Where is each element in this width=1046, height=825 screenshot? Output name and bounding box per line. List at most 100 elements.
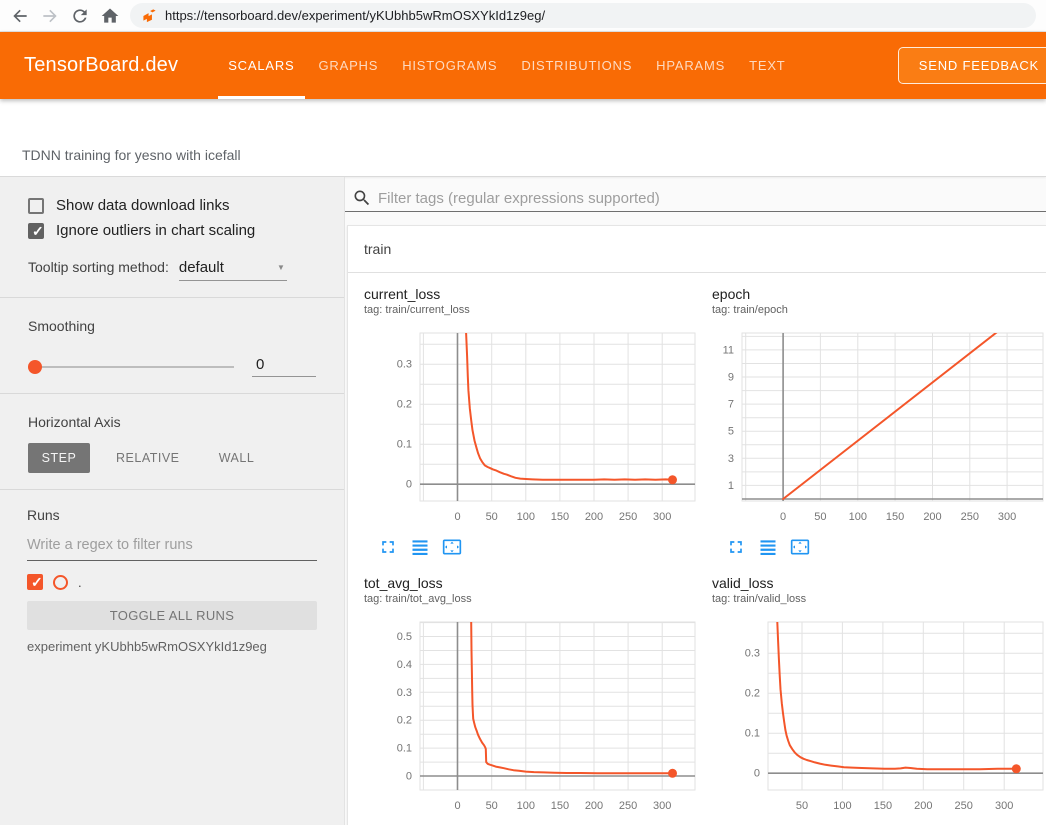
experiment-title-band: TDNN training for yesno with icefall [0,99,1046,177]
chevron-down-icon: ▼ [277,263,285,272]
slider-thumb[interactable] [28,360,42,374]
chart-title: tot_avg_loss [364,575,712,591]
main-pane: train current_loss tag: train/current_lo… [345,177,1046,825]
chart-tag: tag: train/valid_loss [712,593,1046,605]
svg-text:100: 100 [517,800,535,812]
url-bar[interactable]: https://tensorboard.dev/experiment/yKUbh… [130,3,1036,28]
tag-group-header[interactable]: train [348,226,1046,273]
run-color-swatch [53,575,68,590]
fit-domain-button[interactable] [790,537,810,557]
tooltip-sorting-label: Tooltip sorting method: [28,259,169,275]
run-data-button[interactable] [758,537,778,557]
chart-tag: tag: train/tot_avg_loss [364,593,712,605]
svg-text:0.3: 0.3 [745,648,760,660]
chart-card-tot-avg-loss: tot_avg_loss tag: train/tot_avg_loss 0 50… [364,575,712,825]
tab-histograms[interactable]: HISTOGRAMS [390,32,509,99]
svg-text:150: 150 [551,511,569,523]
smoothing-value[interactable]: 0 [252,356,316,377]
run-checkbox[interactable] [27,574,43,590]
chart-title: valid_loss [712,575,1046,591]
smoothing-section: Smoothing 0 [0,298,344,394]
tensorboard-logo-icon [142,8,157,23]
svg-text:0.1: 0.1 [397,439,412,451]
back-icon[interactable] [10,6,30,26]
tab-graphs[interactable]: GRAPHS [307,32,391,99]
tooltip-sorting-value: default [179,259,224,276]
ignore-outliers-checkbox[interactable] [28,223,44,239]
run-data-button[interactable] [410,537,430,557]
sidebar: Show data download links Ignore outliers… [0,177,345,825]
axis-wall-button[interactable]: WALL [206,443,268,473]
svg-text:5: 5 [728,426,734,438]
svg-text:100: 100 [849,511,867,523]
runs-filter-input[interactable] [27,533,317,561]
svg-text:11: 11 [723,344,734,356]
svg-text:300: 300 [653,800,671,812]
tag-group-card: train current_loss tag: train/current_lo… [347,225,1046,825]
svg-text:150: 150 [886,511,904,523]
svg-text:0.1: 0.1 [745,728,760,740]
smoothing-slider[interactable] [28,360,234,374]
chart-tag: tag: train/epoch [712,304,1046,316]
scalar-chart-current-loss[interactable]: 05010015020025030000.10.20.3 [364,317,698,531]
svg-text:0.1: 0.1 [397,743,412,755]
svg-text:250: 250 [961,511,979,523]
ignore-outliers-row: Ignore outliers in chart scaling [28,222,316,239]
tab-hparams[interactable]: HPARAMS [644,32,737,99]
svg-text:0: 0 [406,479,412,491]
svg-text:150: 150 [874,800,892,812]
expand-chart-button[interactable] [378,537,398,557]
horizontal-axis-label: Horizontal Axis [28,414,316,430]
svg-text:0.2: 0.2 [745,688,760,700]
fit-to-domain-icon [442,537,462,557]
slider-track[interactable] [28,366,234,368]
svg-text:0: 0 [454,800,460,812]
svg-text:50: 50 [486,511,498,523]
svg-text:50: 50 [486,800,498,812]
run-name: . [78,575,82,590]
svg-text:300: 300 [995,800,1013,812]
forward-icon[interactable] [40,6,60,26]
svg-text:0: 0 [406,771,412,783]
scalar-chart-tot-avg-loss[interactable]: 05010015020025030000.10.20.30.40.5 [364,606,698,820]
svg-text:250: 250 [619,800,637,812]
axis-relative-button[interactable]: RELATIVE [104,443,192,473]
tag-filter-input[interactable] [378,190,1046,207]
refresh-icon[interactable] [70,6,90,26]
general-options-section: Show data download links Ignore outliers… [0,177,344,298]
chart-title: current_loss [364,286,712,302]
expand-chart-button[interactable] [726,537,746,557]
experiment-id-label: experiment yKUbhb5wRmOSXYkId1z9eg [27,639,317,654]
fit-domain-button[interactable] [442,537,462,557]
svg-text:250: 250 [619,511,637,523]
scalar-chart-epoch[interactable]: 0501001502002503001357911 [712,317,1046,531]
tooltip-sorting-dropdown[interactable]: default ▼ [179,259,287,281]
svg-text:0.5: 0.5 [397,631,412,643]
tab-bar: SCALARS GRAPHS HISTOGRAMS DISTRIBUTIONS … [216,32,797,99]
scalar-chart-valid-loss[interactable]: 5010015020025030000.10.20.3 [712,606,1046,820]
fit-to-domain-icon [790,537,810,557]
svg-text:1: 1 [728,480,734,492]
axis-step-button[interactable]: STEP [28,443,90,473]
svg-text:7: 7 [728,399,734,411]
home-icon[interactable] [100,6,120,26]
show-download-checkbox[interactable] [28,198,44,214]
tab-text[interactable]: TEXT [737,32,797,99]
tab-distributions[interactable]: DISTRIBUTIONS [509,32,644,99]
data-table-icon [758,537,778,557]
charts-grid: current_loss tag: train/current_loss 050… [348,273,1046,825]
send-feedback-button[interactable]: SEND FEEDBACK [898,47,1046,84]
tab-scalars[interactable]: SCALARS [216,32,306,99]
runs-label: Runs [27,507,317,523]
svg-text:0.3: 0.3 [397,687,412,699]
svg-text:0.4: 0.4 [397,659,412,671]
svg-text:250: 250 [955,800,973,812]
run-row: . [27,574,317,590]
svg-text:200: 200 [585,800,603,812]
svg-text:50: 50 [796,800,808,812]
brand-title[interactable]: TensorBoard.dev [24,54,178,77]
svg-text:0.3: 0.3 [397,359,412,371]
toggle-all-runs-button[interactable]: TOGGLE ALL RUNS [27,601,317,630]
runs-section: Runs . TOGGLE ALL RUNS experiment yKUbhb… [0,490,344,668]
chart-card-valid-loss: valid_loss tag: train/valid_loss 5010015… [712,575,1046,825]
